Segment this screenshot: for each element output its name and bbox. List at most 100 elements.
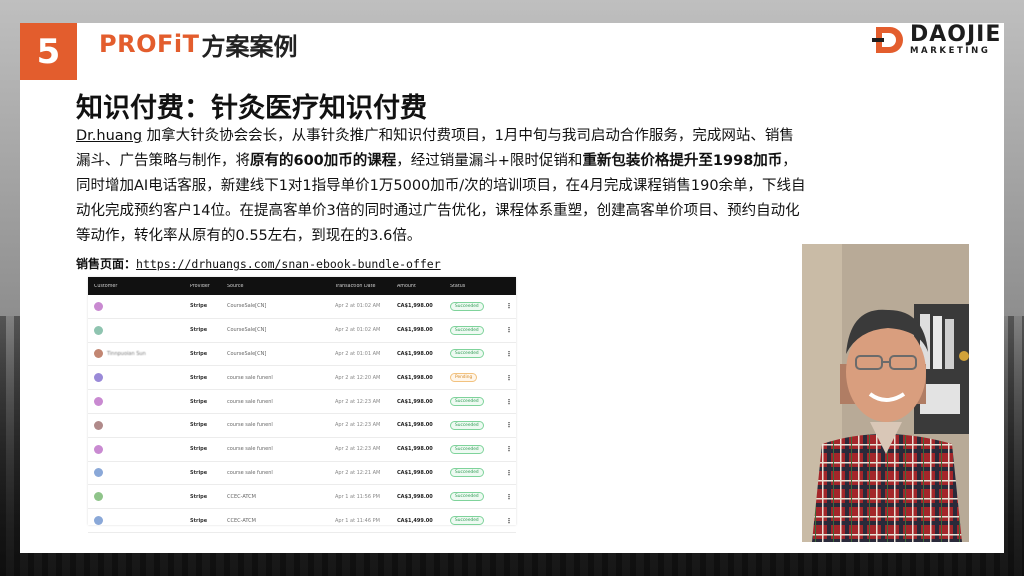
desc-part-2: ，经过销量漏斗+限时促销和 — [396, 153, 583, 169]
logo-word: DAOJIE — [910, 22, 1002, 47]
cell-date: Apr 1 at 11:46 PM — [335, 517, 380, 524]
cell-amount: CA$1,499.00 — [397, 517, 433, 524]
table-row[interactable]: Stripe course sale funenl Apr 2 at 12:23 A… — [88, 414, 516, 438]
cell-customer: Tinnpuoian Sun — [88, 349, 190, 359]
cell-provider: Stripe — [190, 422, 208, 429]
kebab-menu-icon[interactable]: ⋮ — [502, 350, 516, 358]
table-row[interactable]: Stripe course sale funenl Apr 2 at 12:21 A… — [88, 462, 516, 486]
cell-date: Apr 2 at 12:23 AM — [335, 398, 381, 405]
cell-source: CourseSale[CN] — [227, 327, 267, 334]
customer-name: Tinnpuoian Sun — [107, 350, 146, 357]
kebab-menu-icon[interactable]: ⋮ — [502, 374, 516, 382]
daojie-d-logo-icon — [872, 26, 903, 53]
kebab-menu-icon[interactable]: ⋮ — [502, 445, 516, 453]
table-header: Customer Provider Source Transaction Dat… — [88, 277, 516, 295]
status-badge: Succeeded — [450, 301, 484, 311]
header-source: Source — [227, 283, 244, 289]
cell-customer — [88, 373, 190, 383]
cell-source: CCEC-ATCM — [227, 493, 256, 500]
cell-provider: Stripe — [190, 446, 208, 453]
sales-page-link[interactable]: https://drhuangs.com/snan-ebook-bundle-o… — [136, 257, 441, 271]
daojie-logo: DAOJIE MARKETING — [872, 24, 1001, 56]
client-video-photo — [802, 244, 969, 542]
status-badge: Succeeded — [450, 516, 484, 526]
cell-status: Succeeded — [450, 301, 502, 311]
avatar — [94, 492, 103, 502]
cell-customer — [88, 301, 190, 311]
table-row[interactable]: Stripe CCEC-ATCM Apr 1 at 11:46 PM CA$1,499… — [88, 509, 516, 533]
cell-provider: Stripe — [190, 374, 208, 381]
cell-date: Apr 2 at 12:23 AM — [335, 422, 381, 429]
logo-wordmark: DAOJIE MARKETING — [910, 24, 1001, 56]
table-row[interactable]: Stripe course sale funenl Apr 2 at 12:23 A… — [88, 390, 516, 414]
kebab-menu-icon[interactable]: ⋮ — [502, 398, 516, 406]
cell-date: Apr 2 at 12:21 AM — [335, 469, 381, 476]
desc-bold-1: 原有的600加币的课程 — [250, 153, 397, 169]
client-portrait — [802, 244, 969, 542]
cell-customer — [88, 468, 190, 478]
cell-provider: Stripe — [190, 327, 208, 334]
header-date: Transaction Date — [335, 283, 376, 289]
cell-amount: CA$1,998.00 — [397, 446, 433, 453]
cell-status: Succeeded — [450, 492, 502, 502]
kebab-menu-icon[interactable]: ⋮ — [502, 517, 516, 525]
kebab-menu-icon[interactable]: ⋮ — [502, 302, 516, 310]
transactions-table: Customer Provider Source Transaction Dat… — [88, 277, 516, 533]
cell-source: CourseSale[CN] — [227, 303, 267, 310]
cell-provider: Stripe — [190, 493, 208, 500]
cell-status: Succeeded — [450, 349, 502, 359]
cell-amount: CA$1,998.00 — [397, 350, 433, 357]
sales-page-line: 销售页面：https://drhuangs.com/snan-ebook-bun… — [76, 255, 441, 272]
avatar — [94, 349, 103, 359]
slide-number-badge: 5 — [20, 23, 77, 80]
table-row[interactable]: Stripe course sale funenl Apr 2 at 12:20 A… — [88, 366, 516, 391]
kebab-menu-icon[interactable]: ⋮ — [502, 469, 516, 477]
kebab-menu-icon[interactable]: ⋮ — [502, 493, 516, 501]
cell-amount: CA$1,998.00 — [397, 327, 433, 334]
avatar — [94, 373, 103, 383]
cell-provider: Stripe — [190, 398, 208, 405]
header-customer: Customer — [94, 283, 118, 289]
cell-status: Succeeded — [450, 444, 502, 454]
cell-date: Apr 2 at 01:02 AM — [335, 327, 381, 334]
cell-amount: CA$1,998.00 — [397, 374, 433, 381]
cell-source: course sale funenl — [227, 398, 273, 405]
header-amount: Amount — [397, 283, 416, 289]
avatar — [94, 301, 103, 311]
table-row[interactable]: Stripe CCEC-ATCM Apr 1 at 11:56 PM CA$3,998… — [88, 485, 516, 510]
table-row[interactable]: Stripe course sale funenl Apr 2 at 12:23 A… — [88, 438, 516, 462]
cell-customer — [88, 420, 190, 430]
cell-status: Succeeded — [450, 468, 502, 478]
cell-source: course sale funenl — [227, 422, 273, 429]
slide-title: PROFiT 方案案例 — [99, 24, 297, 64]
cell-customer — [88, 444, 190, 454]
status-badge: Pending — [450, 373, 478, 383]
cell-date: Apr 2 at 01:02 AM — [335, 303, 381, 310]
title-rest: 方案案例 — [201, 32, 298, 61]
kebab-menu-icon[interactable]: ⋮ — [502, 421, 516, 429]
table-row[interactable]: Tinnpuoian Sun Stripe CourseSale[CN] Apr 2 … — [88, 343, 516, 367]
table-row[interactable]: Stripe CourseSale[CN] Apr 2 at 01:02 AM CA$… — [88, 319, 516, 343]
cell-status: Pending — [450, 373, 502, 383]
status-badge: Succeeded — [450, 420, 484, 430]
table-row[interactable]: Stripe CourseSale[CN] Apr 2 at 01:02 AM CA$… — [88, 295, 516, 319]
header-status: Status — [450, 283, 466, 289]
cell-source: course sale funenl — [227, 374, 273, 381]
cell-provider: Stripe — [190, 469, 208, 476]
cell-provider: Stripe — [190, 517, 208, 524]
avatar — [94, 444, 103, 454]
cell-provider: Stripe — [190, 350, 208, 357]
table-body: Stripe CourseSale[CN] Apr 2 at 01:02 AM CA$… — [88, 295, 516, 533]
cell-amount: CA$1,998.00 — [397, 398, 433, 405]
kebab-menu-icon[interactable]: ⋮ — [502, 326, 516, 334]
cell-amount: CA$1,998.00 — [397, 303, 433, 310]
status-badge: Succeeded — [450, 349, 484, 359]
cell-source: course sale funenl — [227, 446, 273, 453]
sales-page-label: 销售页面： — [76, 257, 137, 271]
cell-date: Apr 2 at 01:01 AM — [335, 350, 381, 357]
status-badge: Succeeded — [450, 325, 484, 335]
cell-status: Succeeded — [450, 516, 502, 526]
cell-status: Succeeded — [450, 397, 502, 407]
cell-customer — [88, 516, 190, 526]
status-badge: Succeeded — [450, 397, 484, 407]
